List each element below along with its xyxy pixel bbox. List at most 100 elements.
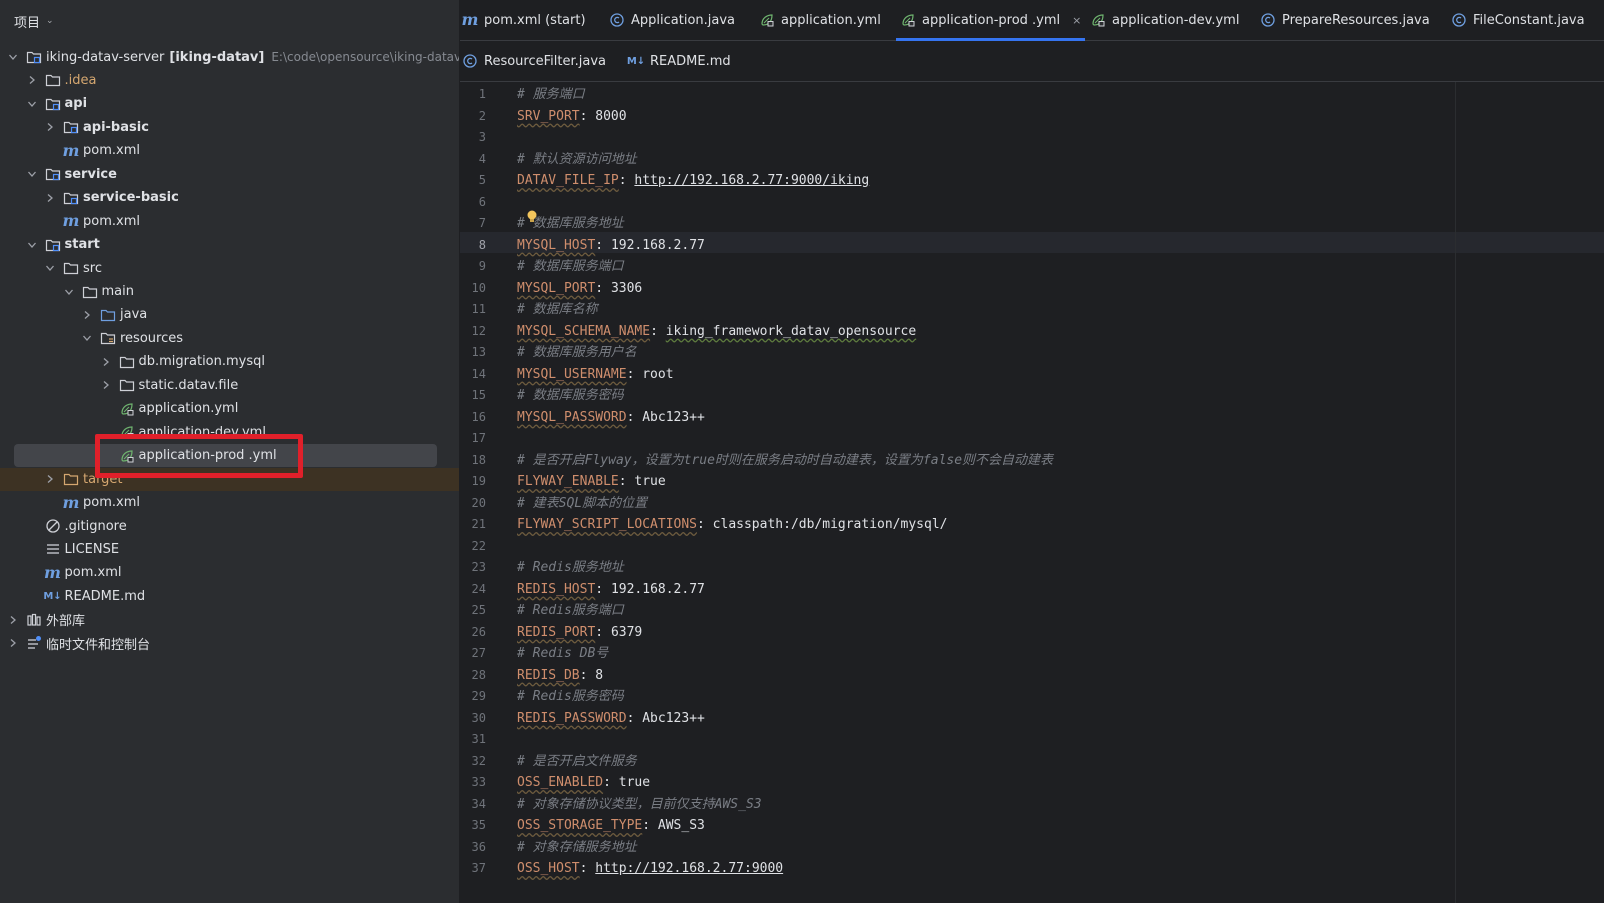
chevron-right-icon[interactable] [45,193,55,203]
code-line[interactable]: 3 [460,127,1604,148]
yaml-value: 8000 [595,108,627,124]
code-line[interactable]: 23 # Redis服务地址 [460,557,1604,578]
code-line[interactable]: 2 SRV_PORT: 8000 [460,106,1604,127]
project-view-selector[interactable]: 项目 ⌄ [14,11,54,31]
chevron-right-icon[interactable] [8,638,18,648]
yaml-value: 6379 [610,624,643,640]
editor-tab[interactable]: ResourceFilter.java [460,41,610,81]
tree-item[interactable]: service-basic [0,186,459,210]
chevron-right-icon[interactable] [82,310,92,320]
tree-item[interactable]: static.datav.file [0,373,459,397]
line-content: OSS_HOST: http://192.168.2.77:9000 [517,861,784,876]
code-editor[interactable]: 1 # 服务端口 2 SRV_PORT: 8000 3 4 # 默认资源访问地址 5 DATAV… [460,82,1604,903]
code-line[interactable]: 36 # 对象存储服务地址 [460,837,1604,858]
code-line[interactable]: 21 FLYWAY_SCRIPT_LOCATIONS: classpath:/db… [460,514,1604,535]
code-line[interactable]: 11 # 数据库名称 [460,299,1604,320]
code-line[interactable]: 29 # Redis服务密码 [460,686,1604,707]
tree-item-label: start [64,237,100,253]
editor-tab[interactable]: application-dev.yml [1086,0,1243,40]
code-line[interactable]: 31 [460,729,1604,750]
chevron-right-icon[interactable] [8,615,18,625]
code-line[interactable]: 28 REDIS_DB: 8 [460,665,1604,686]
code-line[interactable]: 12 MYSQL_SCHEMA_NAME: iking_framework_dat… [460,321,1604,342]
code-line[interactable]: 17 [460,428,1604,449]
code-line[interactable]: 14 MYSQL_USERNAME: root [460,364,1604,385]
chevron-down-icon[interactable] [82,333,92,343]
code-line[interactable]: 6 [460,192,1604,213]
code-line[interactable]: 34 # 对象存储协议类型，目前仅支持AWS_S3 [460,794,1604,815]
tree-item[interactable]: .gitignore [0,514,459,538]
code-line[interactable]: 37 OSS_HOST: http://192.168.2.77:9000 [460,858,1604,879]
tree-item[interactable]: .idea [0,68,459,92]
tree-item[interactable]: src [0,256,459,280]
yaml-value: Abc123++ [642,409,705,425]
tree-item[interactable]: m pom.xml [0,139,459,163]
editor-tab[interactable]: Application.java [605,0,739,40]
editor-tab[interactable]: FileConstant.java [1447,0,1589,40]
chevron-down-icon[interactable] [27,169,37,179]
code-line[interactable]: 8 MYSQL_HOST: 192.168.2.77 [460,235,1604,256]
chevron-right-icon[interactable] [45,474,55,484]
editor-tab[interactable]: M↓ README.md [624,41,735,81]
tree-item[interactable]: m pom.xml [0,209,459,233]
tree-item[interactable]: service [0,162,459,186]
code-line[interactable]: 9 # 数据库服务端口 [460,256,1604,277]
tree-item[interactable]: application.yml [0,397,459,421]
chevron-down-icon[interactable] [27,240,37,250]
editor-tab[interactable]: PrepareResources.java [1256,0,1434,40]
tree-item[interactable]: main [0,280,459,304]
code-line[interactable]: 10 MYSQL_PORT: 3306 [460,278,1604,299]
code-line[interactable]: 15 # 数据库服务密码 [460,385,1604,406]
tree-item[interactable]: java [0,303,459,327]
tree-item[interactable]: M↓ README.md [0,584,459,608]
maven-icon: m [63,213,80,229]
tree-item[interactable]: iking-datav-server [iking-datav] E:\code\o… [0,45,459,69]
code-line[interactable]: 4 # 默认资源访问地址 [460,149,1604,170]
chevron-down-icon[interactable] [45,263,55,273]
code-line[interactable]: 22 [460,536,1604,557]
chevron-down-icon[interactable] [8,52,18,62]
line-number: 21 [471,517,486,531]
editor-tab[interactable]: application.yml [755,0,885,40]
line-content: MYSQL_HOST: 192.168.2.77 [517,237,705,253]
code-line[interactable]: 35 OSS_STORAGE_TYPE: AWS_S3 [460,815,1604,836]
editor-tab[interactable]: application-prod .yml × [896,0,1086,41]
editor-pane: m pom.xml (start) Application.java applicat… [460,0,1604,903]
code-line[interactable]: 25 # Redis服务端口 [460,600,1604,621]
code-line[interactable]: 19 FLYWAY_ENABLE: true [460,471,1604,492]
code-line[interactable]: 1 # 服务端口 [460,84,1604,105]
code-line[interactable]: 32 # 是否开启文件服务 [460,751,1604,772]
tree-item[interactable]: 外部库 [0,608,459,632]
code-line[interactable]: 5 DATAV_FILE_IP: http://192.168.2.77:9000… [460,170,1604,191]
tree-item[interactable]: resources [0,326,459,350]
chevron-right-icon[interactable] [45,122,55,132]
code-line[interactable]: 13 # 数据库服务用户名 [460,342,1604,363]
chevron-right-icon[interactable] [101,380,111,390]
code-line[interactable]: 7 # 数据库服务地址 [460,213,1604,234]
code-line[interactable]: 26 REDIS_PORT: 6379 [460,622,1604,643]
tree-item[interactable]: start [0,233,459,257]
chevron-down-icon[interactable] [64,287,74,297]
line-number: 31 [471,732,486,746]
chevron-down-icon[interactable] [27,99,37,109]
code-line[interactable]: 27 # Redis DB号 [460,643,1604,664]
editor-tab[interactable]: m pom.xml (start) [460,0,590,40]
tree-item[interactable]: m pom.xml [0,491,459,515]
tree-item[interactable]: m pom.xml [0,561,459,585]
lightbulb-icon[interactable] [526,210,538,224]
tree-item[interactable]: db.migration.mysql [0,350,459,374]
chevron-right-icon[interactable] [101,357,111,367]
tree-item[interactable]: api [0,92,459,116]
code-line[interactable]: 18 # 是否开启Flyway，设置为true时则在服务启动时自动建表，设置为fa… [460,450,1604,471]
code-line[interactable]: 16 MYSQL_PASSWORD: Abc123++ [460,407,1604,428]
tree-item[interactable]: api-basic [0,115,459,139]
tree-item[interactable]: LICENSE [0,537,459,561]
tree-item[interactable]: 临时文件和控制台 [0,631,459,655]
chevron-right-icon[interactable] [27,75,37,85]
code-line[interactable]: 20 # 建表SQL脚本的位置 [460,493,1604,514]
close-icon[interactable]: × [1072,14,1081,27]
code-line[interactable]: 30 REDIS_PASSWORD: Abc123++ [460,708,1604,729]
line-number: 22 [471,538,486,553]
code-line[interactable]: 24 REDIS_HOST: 192.168.2.77 [460,579,1604,600]
code-line[interactable]: 33 OSS_ENABLED: true [460,772,1604,793]
